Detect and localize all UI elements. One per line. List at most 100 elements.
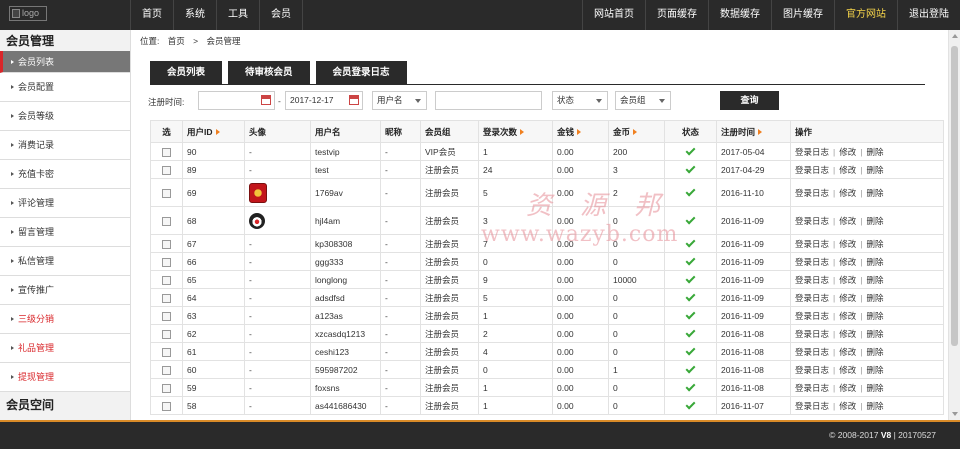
- row-checkbox[interactable]: [162, 383, 171, 393]
- edit-link[interactable]: 修改: [839, 239, 856, 249]
- edit-link[interactable]: 修改: [839, 216, 856, 226]
- delete-link[interactable]: 删除: [866, 347, 883, 357]
- edit-link[interactable]: 修改: [839, 147, 856, 157]
- check-icon[interactable]: [685, 291, 696, 302]
- tab-member-list[interactable]: 会员列表: [150, 61, 223, 84]
- login-log-link[interactable]: 登录日志: [795, 401, 829, 411]
- page-scrollbar[interactable]: [948, 30, 960, 420]
- col-money[interactable]: 金钱: [552, 120, 609, 143]
- keyword-input[interactable]: [435, 91, 542, 110]
- nav-members[interactable]: 会员: [259, 0, 303, 30]
- col-login-count[interactable]: 登录次数: [478, 120, 553, 143]
- nav-page-cache[interactable]: 页面缓存: [645, 0, 708, 30]
- sort-icon[interactable]: [520, 129, 525, 136]
- tab-pending-members[interactable]: 待审核会员: [228, 61, 310, 84]
- check-icon[interactable]: [685, 214, 696, 225]
- check-icon[interactable]: [685, 345, 696, 356]
- delete-link[interactable]: 删除: [866, 257, 883, 267]
- row-checkbox[interactable]: [162, 293, 171, 303]
- nav-data-cache[interactable]: 数据缓存: [708, 0, 771, 30]
- col-reg-time[interactable]: 注册时间: [716, 120, 791, 143]
- nav-logout[interactable]: 退出登陆: [897, 0, 960, 30]
- nav-official-site[interactable]: 官方网站: [834, 0, 897, 30]
- login-log-link[interactable]: 登录日志: [795, 329, 829, 339]
- row-checkbox[interactable]: [162, 188, 171, 198]
- col-user-id[interactable]: 用户ID: [182, 120, 245, 143]
- delete-link[interactable]: 删除: [866, 383, 883, 393]
- delete-link[interactable]: 删除: [866, 311, 883, 321]
- end-date-input[interactable]: 2017-12-17: [285, 91, 363, 110]
- delete-link[interactable]: 删除: [866, 165, 883, 175]
- row-checkbox[interactable]: [162, 147, 171, 157]
- login-log-link[interactable]: 登录日志: [795, 347, 829, 357]
- sidebar-item-private-messages[interactable]: 私信管理: [0, 247, 130, 276]
- login-log-link[interactable]: 登录日志: [795, 188, 829, 198]
- logo[interactable]: logo: [9, 6, 47, 21]
- breadcrumb-home[interactable]: 首页: [168, 36, 185, 46]
- edit-link[interactable]: 修改: [839, 293, 856, 303]
- start-date-input[interactable]: [198, 91, 275, 110]
- delete-link[interactable]: 删除: [866, 239, 883, 249]
- sidebar-item-recharge-cards[interactable]: 充值卡密: [0, 160, 130, 189]
- edit-link[interactable]: 修改: [839, 383, 856, 393]
- login-log-link[interactable]: 登录日志: [795, 165, 829, 175]
- check-icon[interactable]: [685, 381, 696, 392]
- scroll-down-icon[interactable]: [952, 412, 958, 416]
- edit-link[interactable]: 修改: [839, 401, 856, 411]
- row-checkbox[interactable]: [162, 365, 171, 375]
- check-icon[interactable]: [685, 399, 696, 410]
- breadcrumb-member-management[interactable]: 会员管理: [206, 36, 240, 46]
- tab-login-log[interactable]: 会员登录日志: [315, 61, 407, 84]
- row-checkbox[interactable]: [162, 239, 171, 249]
- nav-image-cache[interactable]: 图片缓存: [771, 0, 834, 30]
- sidebar-item-distribution[interactable]: 三级分销: [0, 305, 130, 334]
- member-group-select[interactable]: 会员组: [615, 91, 671, 110]
- check-icon[interactable]: [685, 363, 696, 374]
- delete-link[interactable]: 删除: [866, 216, 883, 226]
- check-icon[interactable]: [685, 237, 696, 248]
- sort-icon[interactable]: [633, 129, 638, 136]
- login-log-link[interactable]: 登录日志: [795, 275, 829, 285]
- sidebar-item-comments[interactable]: 评论管理: [0, 189, 130, 218]
- nav-system[interactable]: 系统: [173, 0, 216, 30]
- login-log-link[interactable]: 登录日志: [795, 216, 829, 226]
- nav-home[interactable]: 首页: [130, 0, 173, 30]
- row-checkbox[interactable]: [162, 216, 171, 226]
- login-log-link[interactable]: 登录日志: [795, 239, 829, 249]
- check-icon[interactable]: [685, 145, 696, 156]
- sidebar-item-member-config[interactable]: 会员配置: [0, 73, 130, 102]
- delete-link[interactable]: 删除: [866, 188, 883, 198]
- check-icon[interactable]: [685, 309, 696, 320]
- search-button[interactable]: 查询: [720, 91, 779, 110]
- sidebar-item-member-levels[interactable]: 会员等级: [0, 102, 130, 131]
- edit-link[interactable]: 修改: [839, 329, 856, 339]
- row-checkbox[interactable]: [162, 401, 171, 411]
- row-checkbox[interactable]: [162, 165, 171, 175]
- delete-link[interactable]: 删除: [866, 293, 883, 303]
- check-icon[interactable]: [685, 186, 696, 197]
- delete-link[interactable]: 删除: [866, 275, 883, 285]
- edit-link[interactable]: 修改: [839, 188, 856, 198]
- row-checkbox[interactable]: [162, 257, 171, 267]
- check-icon[interactable]: [685, 255, 696, 266]
- edit-link[interactable]: 修改: [839, 347, 856, 357]
- nav-tools[interactable]: 工具: [216, 0, 259, 30]
- login-log-link[interactable]: 登录日志: [795, 365, 829, 375]
- row-checkbox[interactable]: [162, 311, 171, 321]
- check-icon[interactable]: [685, 327, 696, 338]
- sort-icon[interactable]: [215, 129, 220, 136]
- login-log-link[interactable]: 登录日志: [795, 293, 829, 303]
- sidebar-item-messages[interactable]: 留言管理: [0, 218, 130, 247]
- delete-link[interactable]: 删除: [866, 329, 883, 339]
- edit-link[interactable]: 修改: [839, 365, 856, 375]
- edit-link[interactable]: 修改: [839, 275, 856, 285]
- edit-link[interactable]: 修改: [839, 311, 856, 321]
- delete-link[interactable]: 删除: [866, 147, 883, 157]
- col-coins[interactable]: 金币: [608, 120, 665, 143]
- login-log-link[interactable]: 登录日志: [795, 311, 829, 321]
- calendar-icon[interactable]: [261, 95, 271, 105]
- sidebar-item-consumption-records[interactable]: 消费记录: [0, 131, 130, 160]
- row-checkbox[interactable]: [162, 275, 171, 285]
- status-select[interactable]: 状态: [552, 91, 608, 110]
- scroll-up-icon[interactable]: [952, 34, 958, 38]
